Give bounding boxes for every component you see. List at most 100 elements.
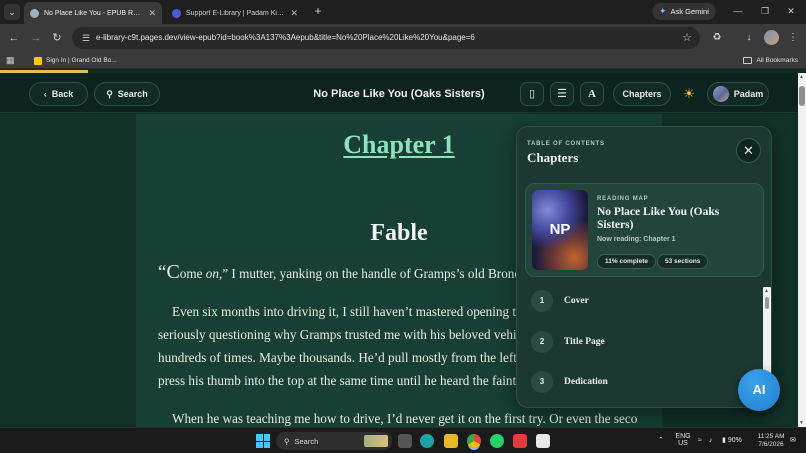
windows-start-icon[interactable] xyxy=(256,434,270,448)
toc-scroll-thumb[interactable] xyxy=(765,297,769,309)
minimize-icon[interactable]: — xyxy=(730,4,746,18)
file-explorer-icon[interactable] xyxy=(444,434,458,448)
toc-kicker: TABLE OF CONTENTS xyxy=(527,141,605,147)
window-close-icon[interactable]: ✕ xyxy=(783,4,799,18)
search-highlight-image xyxy=(364,435,388,447)
reading-map-card: NP READING MAP No Place Like You (Oaks S… xyxy=(525,183,764,277)
toc-item-number: 3 xyxy=(531,371,553,393)
site-settings-icon[interactable]: ☰ xyxy=(80,32,92,44)
toc-item-label: Title Page xyxy=(564,337,605,347)
reading-map-book-title: No Place Like You (Oaks Sisters) xyxy=(597,206,720,231)
tab-title: Support E-Library | Padam Kishore xyxy=(186,9,285,17)
toc-item-title-page[interactable]: 2 Title Page xyxy=(525,330,755,356)
tab-title: No Place Like You - EPUB Reader xyxy=(44,9,143,17)
language-indicator[interactable]: ENG US xyxy=(675,433,691,447)
text-run-italic: on xyxy=(205,266,219,281)
browser-profile-avatar[interactable] xyxy=(764,30,779,45)
toc-panel: TABLE OF CONTENTS Chapters ✕ NP READING … xyxy=(516,126,772,408)
chevron-left-icon: ‹ xyxy=(43,89,47,99)
reading-map-kicker: READING MAP xyxy=(597,196,649,202)
toc-item-cover[interactable]: 1 Cover xyxy=(525,289,755,315)
address-bar[interactable]: ☰ e-library-c9t.pages.dev/view-epub?id=b… xyxy=(72,27,700,49)
clock-time: 11:25 AM xyxy=(757,433,785,440)
gemini-spark-icon: ✦ xyxy=(659,6,667,16)
ai-assistant-button[interactable]: AI xyxy=(738,369,780,411)
bookmark-favicon-icon xyxy=(34,56,42,65)
tab-close-icon[interactable]: ✕ xyxy=(290,8,298,19)
taskbar-search[interactable]: ⚲ Search xyxy=(276,432,392,450)
now-reading-text: Now reading: Chapter 1 xyxy=(597,236,676,243)
url-text[interactable]: e-library-c9t.pages.dev/view-epub?id=boo… xyxy=(96,27,475,49)
tray-overflow-chevron-icon[interactable]: ⌃ xyxy=(658,437,664,444)
drop-cap: C xyxy=(166,261,180,283)
ask-gemini-button[interactable]: ✦ Ask Gemini xyxy=(652,3,716,20)
extensions-icon[interactable]: ♻ xyxy=(710,31,724,45)
windows-taskbar: ⚲ Search ⌃ ENG US ≈ ♪ ▮ 90% 11:25 AM 7/6… xyxy=(0,427,806,453)
pdf-reader-icon[interactable] xyxy=(513,434,527,448)
sun-theme-icon[interactable]: ☀ xyxy=(677,82,701,106)
user-menu-button[interactable]: Padam xyxy=(707,82,769,106)
all-bookmarks-label: All Bookmarks xyxy=(756,57,798,64)
text-run: ome xyxy=(179,266,206,281)
user-name: Padam xyxy=(733,89,764,99)
browser-tab-active[interactable]: No Place Like You - EPUB Reader ✕ xyxy=(24,2,162,24)
bookmarks-bar: ▦ Sign In | Grand Old Bo... All Bookmark… xyxy=(0,52,806,69)
battery-icon: ▮ xyxy=(722,437,726,444)
task-view-icon[interactable] xyxy=(398,434,412,448)
reader-header: ‹ Back ⚲ Search No Place Like You (Oaks … xyxy=(0,73,806,113)
scroll-down-arrow-icon[interactable]: ▼ xyxy=(799,420,804,426)
close-icon[interactable]: ✕ xyxy=(736,138,761,163)
chapters-label: Chapters xyxy=(622,89,662,99)
menu-lines-icon[interactable]: ☰ xyxy=(550,82,574,106)
forward-arrow-icon[interactable]: → xyxy=(29,31,43,45)
user-avatar xyxy=(712,86,729,102)
all-bookmarks-button[interactable]: All Bookmarks xyxy=(743,53,798,68)
sections-badge: 53 sections xyxy=(657,254,709,269)
battery-indicator[interactable]: ▮ 90% xyxy=(722,437,742,444)
tab-close-icon[interactable]: ✕ xyxy=(148,8,156,19)
edge-browser-icon[interactable] xyxy=(420,434,434,448)
browser-tab[interactable]: Support E-Library | Padam Kishore ✕ xyxy=(166,2,304,24)
lang-bottom: US xyxy=(678,440,688,447)
taskbar-clock[interactable]: 11:25 AM 7/6/2026 xyxy=(752,433,790,449)
notification-bell-icon[interactable]: ✉ xyxy=(790,437,796,444)
paragraph-line: When he was teaching me how to drive, I’… xyxy=(172,411,638,426)
book-cover: NP xyxy=(532,190,588,270)
reader-favicon-icon xyxy=(30,8,39,18)
font-settings-button[interactable]: A xyxy=(580,82,604,106)
chapters-button[interactable]: Chapters xyxy=(613,82,671,106)
toc-item-dedication[interactable]: 3 Dedication xyxy=(525,370,755,396)
new-tab-plus-icon[interactable]: + xyxy=(311,4,325,18)
bookmark-icon[interactable]: ▯ xyxy=(520,82,544,106)
volume-icon[interactable]: ♪ xyxy=(709,437,713,444)
scroll-up-arrow-icon[interactable]: ▲ xyxy=(764,288,769,294)
back-arrow-icon[interactable]: ← xyxy=(7,31,21,45)
search-button[interactable]: ⚲ Search xyxy=(94,82,160,106)
taskbar-search-label: Search xyxy=(294,436,319,446)
search-label: Search xyxy=(117,89,148,99)
browser-menu-icon[interactable]: ⋮ xyxy=(786,31,800,45)
back-label: Back xyxy=(51,89,74,99)
downloads-icon[interactable]: ↓ xyxy=(742,31,756,45)
bookmark-star-icon[interactable]: ☆ xyxy=(682,31,692,44)
bookmark-item[interactable]: Sign In | Grand Old Bo... xyxy=(34,53,117,68)
back-button[interactable]: ‹ Back xyxy=(29,82,88,106)
complete-badge: 11% complete xyxy=(597,254,656,269)
toc-title: Chapters xyxy=(527,150,579,165)
whatsapp-icon[interactable] xyxy=(490,434,504,448)
page-scroll-thumb[interactable] xyxy=(799,86,805,106)
scroll-up-arrow-icon[interactable]: ▲ xyxy=(799,74,804,80)
chrome-icon[interactable] xyxy=(467,434,481,448)
book-title: No Place Like You (Oaks Sisters) xyxy=(313,88,485,100)
page-scrollbar[interactable]: ▲ ▼ xyxy=(798,73,806,427)
clock-date: 7/6/2026 xyxy=(758,441,784,448)
browser-tab-strip: ⌄ No Place Like You - EPUB Reader ✕ Supp… xyxy=(0,0,806,24)
library-favicon-icon xyxy=(172,8,181,18)
restore-icon[interactable]: ❐ xyxy=(757,4,773,18)
wifi-icon[interactable]: ≈ xyxy=(698,437,702,444)
reload-icon[interactable]: ↻ xyxy=(50,31,64,45)
store-app-icon[interactable] xyxy=(536,434,550,448)
tab-search-menu-icon[interactable]: ⌄ xyxy=(4,4,20,20)
battery-percent: 90% xyxy=(727,437,742,444)
apps-grid-icon[interactable]: ▦ xyxy=(6,55,17,66)
